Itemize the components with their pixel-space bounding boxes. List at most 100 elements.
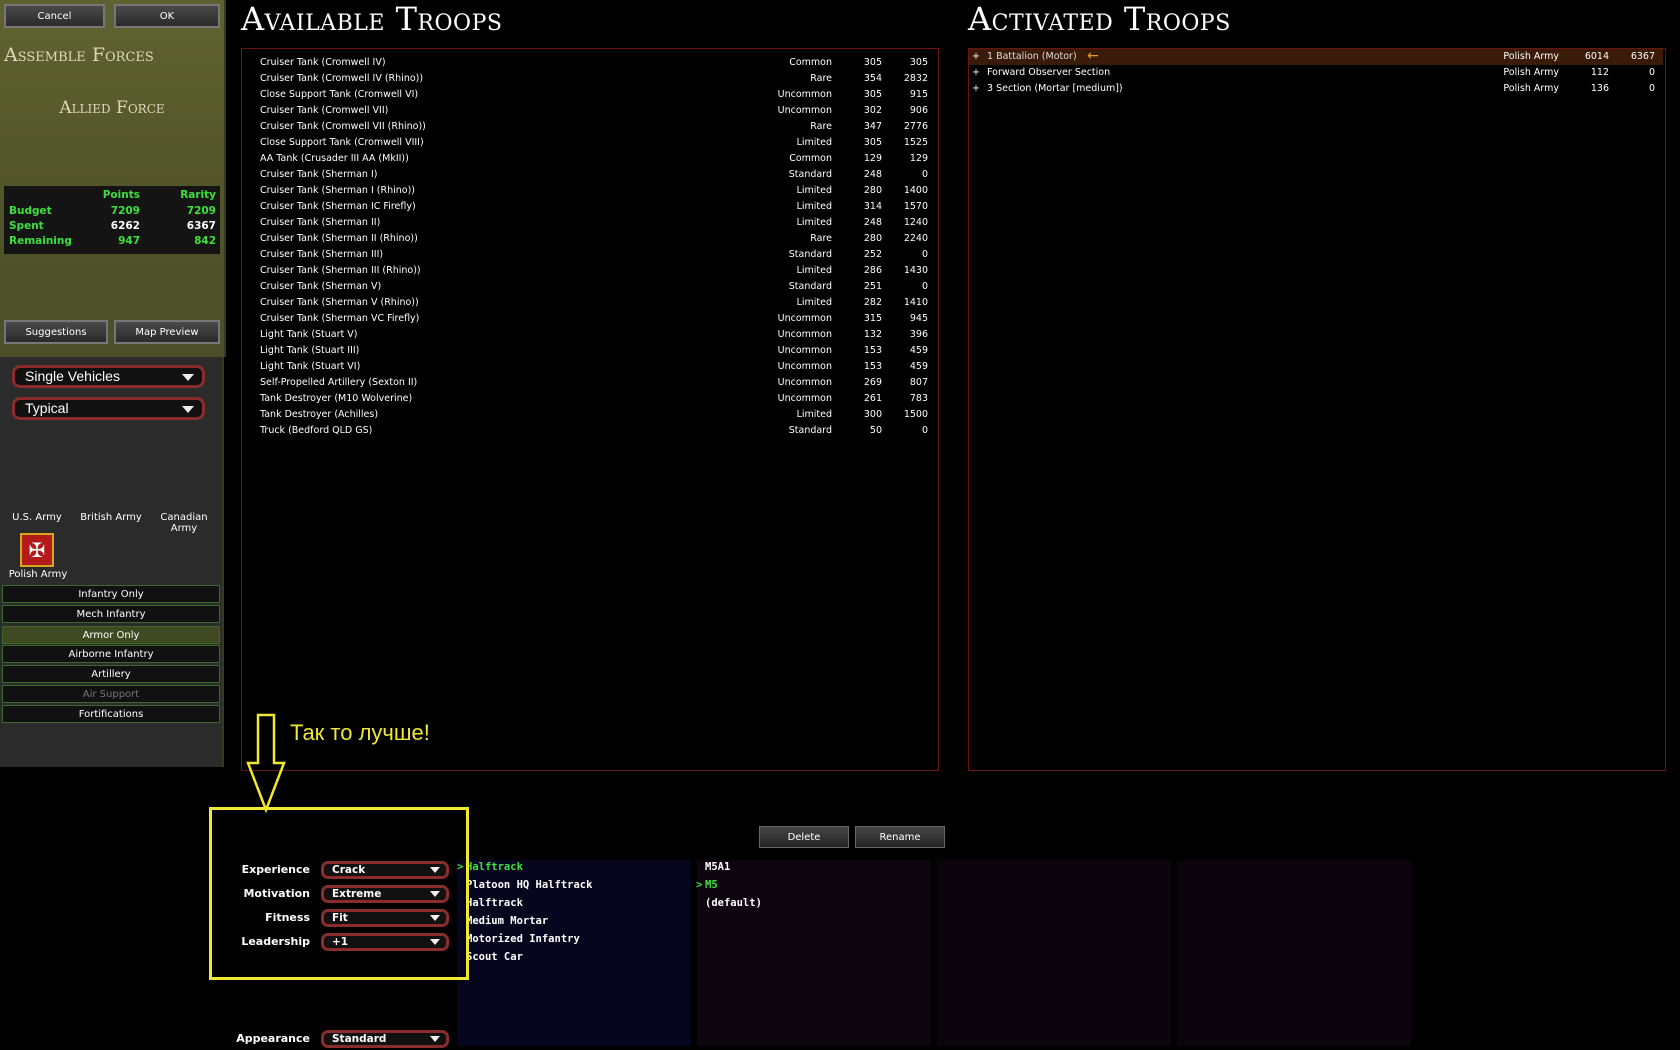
available-troop-row[interactable]: Cruiser Tank (Sherman III) Standard 252 0 bbox=[242, 247, 936, 263]
troop-rarity-cost: 1500 bbox=[903, 409, 928, 420]
activated-troops-title: Activated Troops bbox=[968, 0, 1231, 38]
activated-troop-row[interactable]: +1 Battalion (Motor) Polish Army 6014 6367 ← bbox=[969, 48, 1663, 65]
troop-name: 1 Battalion (Motor) bbox=[987, 51, 1077, 62]
activated-troops-list[interactable]: +1 Battalion (Motor) Polish Army 6014 6367 ←… bbox=[968, 48, 1666, 771]
purchase-type-dropdown[interactable]: Single Vehicles bbox=[12, 365, 205, 388]
troop-rarity-cost: 2240 bbox=[903, 233, 928, 244]
troop-rarity: Rare bbox=[810, 233, 832, 244]
filter-infantry-only[interactable]: Infantry Only bbox=[2, 585, 220, 603]
available-troop-row[interactable]: Light Tank (Stuart VI) Uncommon 153 459 bbox=[242, 359, 936, 375]
expand-icon[interactable]: + bbox=[972, 51, 980, 62]
available-troop-row[interactable]: AA Tank (Crusader III AA (MkII)) Common 12… bbox=[242, 151, 936, 167]
troop-rarity: Uncommon bbox=[777, 393, 832, 404]
troop-rarity: Uncommon bbox=[777, 105, 832, 116]
troop-name: Cruiser Tank (Cromwell VII) bbox=[260, 105, 389, 116]
available-troop-row[interactable]: Cruiser Tank (Cromwell VII (Rhino)) Rare 3… bbox=[242, 119, 936, 135]
available-troop-row[interactable]: Cruiser Tank (Sherman II) Limited 248 1240 bbox=[242, 215, 936, 231]
cancel-button[interactable]: Cancel bbox=[4, 4, 105, 28]
spent-rarity: 6367 bbox=[186, 220, 216, 232]
troop-rarity-cost: 129 bbox=[909, 153, 928, 164]
troop-rarity: Uncommon bbox=[777, 345, 832, 356]
available-troop-row[interactable]: Cruiser Tank (Cromwell VII) Uncommon 302 90… bbox=[242, 103, 936, 119]
troop-rarity: Limited bbox=[796, 409, 832, 420]
unit-item[interactable]: Platoon HQ Halftrack bbox=[466, 879, 592, 891]
variant-item[interactable]: (default) bbox=[705, 897, 762, 909]
troop-rarity: Limited bbox=[796, 265, 832, 276]
troop-cost: 251 bbox=[863, 281, 882, 292]
suggestions-button[interactable]: Suggestions bbox=[4, 320, 108, 344]
troop-cost: 282 bbox=[863, 297, 882, 308]
available-troop-row[interactable]: Tank Destroyer (M10 Wolverine) Uncommon 26… bbox=[242, 391, 936, 407]
available-troop-row[interactable]: Cruiser Tank (Sherman V) Standard 251 0 bbox=[242, 279, 936, 295]
available-troop-row[interactable]: Cruiser Tank (Sherman IC Firefly) Limited… bbox=[242, 199, 936, 215]
filter-armor-only[interactable]: Armor Only bbox=[2, 626, 220, 644]
available-troop-row[interactable]: Cruiser Tank (Sherman III (Rhino)) Limite… bbox=[242, 263, 936, 279]
selection-marker: > bbox=[696, 879, 703, 891]
nation-polish[interactable]: Polish Army bbox=[4, 569, 72, 580]
available-troop-row[interactable]: Cruiser Tank (Cromwell IV) Common 305 305 bbox=[242, 55, 936, 71]
available-troop-row[interactable]: Cruiser Tank (Cromwell IV (Rhino)) Rare 35… bbox=[242, 71, 936, 87]
available-troop-row[interactable]: Light Tank (Stuart V) Uncommon 132 396 bbox=[242, 327, 936, 343]
troop-rarity-cost: 915 bbox=[909, 89, 928, 100]
available-troop-row[interactable]: Cruiser Tank (Sherman I) Standard 248 0 bbox=[242, 167, 936, 183]
troop-rarity: Limited bbox=[796, 185, 832, 196]
quality-dropdown[interactable]: Typical bbox=[12, 397, 205, 420]
troop-name: Truck (Bedford QLD GS) bbox=[260, 425, 373, 436]
troop-rarity: Uncommon bbox=[777, 89, 832, 100]
troop-rarity-cost: 906 bbox=[909, 105, 928, 116]
troop-name: Tank Destroyer (M10 Wolverine) bbox=[260, 393, 413, 404]
troop-name: Cruiser Tank (Sherman I) bbox=[260, 169, 378, 180]
unit-item[interactable]: Medium Mortar bbox=[466, 915, 548, 927]
polish-eagle-icon[interactable]: ✠ bbox=[20, 533, 54, 567]
empty-column-4 bbox=[1177, 860, 1411, 1046]
filter-mech-infantry[interactable]: Mech Infantry bbox=[2, 605, 220, 623]
available-troop-row[interactable]: Light Tank (Stuart III) Uncommon 153 459 bbox=[242, 343, 936, 359]
unit-item[interactable]: Motorized Infantry bbox=[466, 933, 580, 945]
unit-item[interactable]: Halftrack bbox=[466, 861, 523, 873]
available-troop-row[interactable]: Cruiser Tank (Sherman V (Rhino)) Limited 2… bbox=[242, 295, 936, 311]
filter-fortifications[interactable]: Fortifications bbox=[2, 705, 220, 723]
troop-cost: 314 bbox=[863, 201, 882, 212]
nation-canadian[interactable]: Canadian Army bbox=[148, 512, 220, 534]
unit-item[interactable]: Halftrack bbox=[466, 897, 523, 909]
ok-button[interactable]: OK bbox=[114, 4, 220, 28]
available-troop-row[interactable]: Close Support Tank (Cromwell VIII) Limite… bbox=[242, 135, 936, 151]
filter-air-support[interactable]: Air Support bbox=[2, 685, 220, 703]
available-troops-list[interactable]: Cruiser Tank (Cromwell IV) Common 305 305 Cr… bbox=[241, 48, 939, 771]
available-troop-row[interactable]: Tank Destroyer (Achilles) Limited 300 1500 bbox=[242, 407, 936, 423]
annotation-highlight-box bbox=[209, 807, 469, 980]
vehicle-variant-column[interactable] bbox=[697, 860, 931, 1046]
available-troop-row[interactable]: Truck (Bedford QLD GS) Standard 50 0 bbox=[242, 423, 936, 439]
expand-icon[interactable]: + bbox=[972, 67, 980, 78]
variant-item[interactable]: M5 bbox=[705, 879, 718, 891]
available-troop-row[interactable]: Close Support Tank (Cromwell VI) Uncommon… bbox=[242, 87, 936, 103]
quality-value: Typical bbox=[25, 400, 69, 416]
budget-label: Budget bbox=[9, 205, 52, 217]
nation-us[interactable]: U.S. Army bbox=[8, 512, 66, 523]
troop-rarity-cost: 396 bbox=[909, 329, 928, 340]
expand-icon[interactable]: + bbox=[972, 83, 980, 94]
available-troop-row[interactable]: Cruiser Tank (Sherman I (Rhino)) Limited 2… bbox=[242, 183, 936, 199]
appearance-dropdown[interactable]: Standard bbox=[321, 1030, 449, 1048]
filter-airborne-infantry[interactable]: Airborne Infantry bbox=[2, 645, 220, 663]
activated-troop-row[interactable]: + Forward Observer Section Polish Army 112 0 bbox=[969, 65, 1663, 81]
delete-button[interactable]: Delete bbox=[759, 826, 849, 848]
available-troop-row[interactable]: Cruiser Tank (Sherman II (Rhino)) Rare 280… bbox=[242, 231, 936, 247]
unit-item[interactable]: Scout Car bbox=[466, 951, 523, 963]
troop-rarity-cost: 305 bbox=[909, 57, 928, 68]
troop-rarity-cost: 1570 bbox=[903, 201, 928, 212]
activated-troop-row[interactable]: +3 Section (Mortar [medium]) Polish Army 1… bbox=[969, 81, 1663, 97]
variant-item[interactable]: M5A1 bbox=[705, 861, 730, 873]
rename-button[interactable]: Rename bbox=[855, 826, 945, 848]
nation-british[interactable]: British Army bbox=[76, 512, 146, 523]
filter-artillery[interactable]: Artillery bbox=[2, 665, 220, 683]
available-troop-row[interactable]: Cruiser Tank (Sherman VC Firefly) Uncommo… bbox=[242, 311, 936, 327]
remaining-points: 947 bbox=[118, 235, 140, 247]
troop-cost: 302 bbox=[863, 105, 882, 116]
map-preview-button[interactable]: Map Preview bbox=[114, 320, 220, 344]
available-troop-row[interactable]: Self-Propelled Artillery (Sexton II) Unco… bbox=[242, 375, 936, 391]
troop-cost: 305 bbox=[863, 57, 882, 68]
troop-rarity: Standard bbox=[788, 425, 832, 436]
troop-rarity-cost: 459 bbox=[909, 345, 928, 356]
spent-row: Spent 6262 6367 bbox=[4, 220, 220, 235]
